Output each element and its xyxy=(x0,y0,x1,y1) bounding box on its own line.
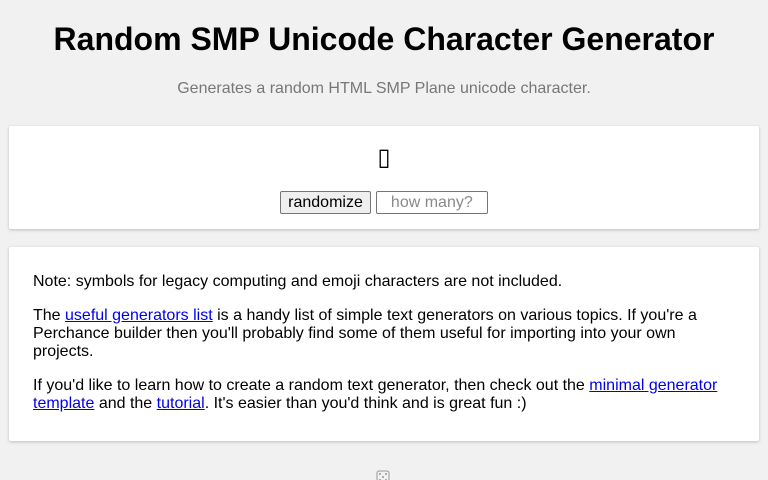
generators-paragraph: The useful generators list is a handy li… xyxy=(33,307,733,361)
useful-generators-link[interactable]: useful generators list xyxy=(65,307,213,324)
generator-controls: randomize xyxy=(9,191,759,214)
tutorial-link[interactable]: tutorial xyxy=(157,395,205,412)
page: Random SMP Unicode Character Generator G… xyxy=(0,0,768,480)
output-card: ▯ randomize xyxy=(9,126,759,229)
notes-content: Note: symbols for legacy computing and e… xyxy=(33,273,733,429)
dice-icon[interactable] xyxy=(376,470,390,480)
randomize-button[interactable]: randomize xyxy=(280,191,371,214)
page-title: Random SMP Unicode Character Generator xyxy=(53,21,715,57)
page-subtitle: Generates a random HTML SMP Plane unicod… xyxy=(177,80,591,97)
tutorial-text-after: . It's easier than you'd think and is gr… xyxy=(204,395,527,412)
generators-text-before: The xyxy=(33,307,66,324)
notes-card: Note: symbols for legacy computing and e… xyxy=(9,247,759,441)
tutorial-paragraph: If you'd like to learn how to create a r… xyxy=(33,377,733,413)
tutorial-text-mid: and the xyxy=(94,395,157,412)
legacy-note: Note: symbols for legacy computing and e… xyxy=(33,273,563,290)
generated-character: ▯ xyxy=(377,143,391,171)
tutorial-text-before: If you'd like to learn how to create a r… xyxy=(33,377,590,394)
how-many-input[interactable] xyxy=(375,191,488,214)
